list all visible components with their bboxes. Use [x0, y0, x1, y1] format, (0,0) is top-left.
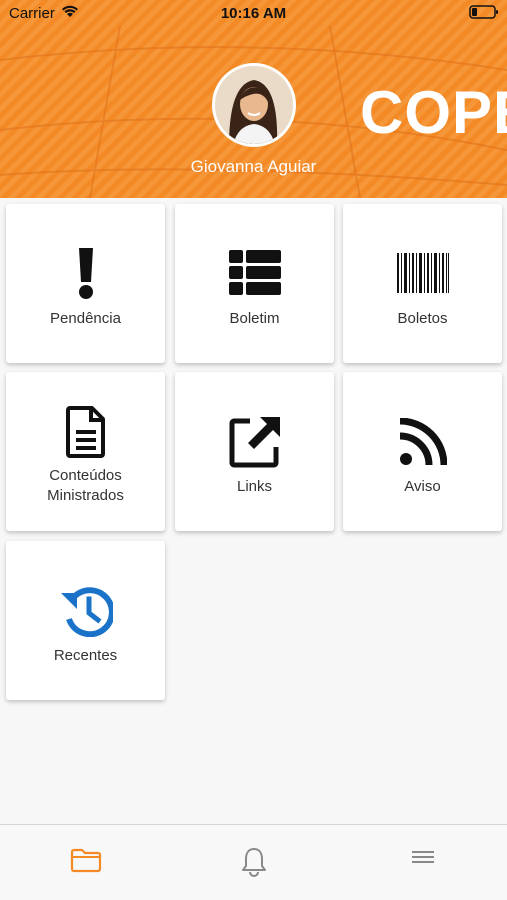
tile-aviso[interactable]: Aviso	[343, 372, 502, 531]
tab-bar	[0, 824, 507, 900]
tile-label: Boletos	[397, 310, 448, 327]
barcode-icon	[343, 253, 502, 293]
tile-label: Conteúdos Ministrados	[47, 467, 124, 504]
tile-label: Recentes	[53, 647, 118, 664]
tile-recentes[interactable]: Recentes	[6, 541, 165, 700]
avatar-image	[215, 66, 293, 144]
rss-icon	[343, 418, 502, 466]
battery-icon	[469, 5, 498, 19]
menu-icon	[412, 851, 434, 863]
bell-icon	[242, 848, 266, 877]
tile-label: Aviso	[404, 478, 441, 495]
tile-boletim[interactable]: Boletim	[175, 204, 334, 363]
tile-links[interactable]: Links	[175, 372, 334, 531]
clock: 10:16 AM	[220, 5, 287, 22]
exclamation-icon	[6, 248, 165, 300]
brand-logo: COPE	[360, 79, 507, 146]
profile-header: Carrier 10:16 AM COPE Giovanna Aguiar	[0, 0, 507, 198]
tile-label: Links	[236, 478, 273, 495]
tile-label: Pendência	[50, 310, 121, 327]
tile-label: Boletim	[229, 310, 280, 327]
tile-pendencia[interactable]: Pendência	[6, 204, 165, 363]
tile-conteudos-ministrados[interactable]: Conteúdos Ministrados	[6, 372, 165, 531]
tab-folder[interactable]	[66, 847, 106, 881]
tab-menu[interactable]	[403, 847, 443, 881]
avatar[interactable]	[212, 63, 296, 147]
external-link-icon	[175, 415, 334, 469]
table-list-icon	[175, 250, 334, 296]
tab-notifications[interactable]	[234, 847, 274, 881]
document-icon	[6, 406, 165, 458]
tile-boletos[interactable]: Boletos	[343, 204, 502, 363]
history-icon	[6, 585, 165, 637]
status-bar: Carrier 10:16 AM	[0, 0, 507, 26]
user-name: Giovanna Aguiar	[190, 157, 317, 176]
folder-icon	[70, 848, 102, 873]
